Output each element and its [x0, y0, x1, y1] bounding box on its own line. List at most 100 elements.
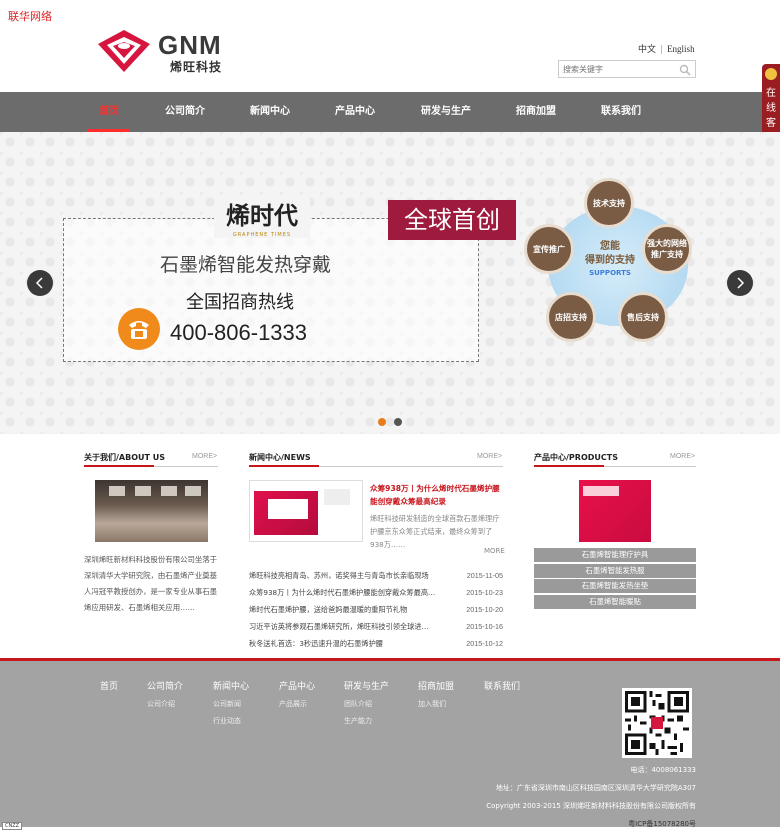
banner-prev-button[interactable]	[27, 270, 53, 296]
news-list-item[interactable]: 秋冬送礼首选：3秒迅速升温的石墨烯护腰 2015-10-12	[249, 635, 503, 652]
footer-icp[interactable]: 粤ICP备15078280号	[628, 819, 696, 829]
footer-phone: 电话：4008061333	[630, 766, 696, 774]
footer-col-news: 新闻中心 公司新闻 行业动态	[213, 679, 249, 726]
banner-product-line: 石墨烯智能发热穿戴	[160, 254, 332, 276]
support-center-label: 您能 得到的支持 SUPPORTS	[568, 240, 652, 277]
logo-text: GNM	[158, 30, 222, 60]
products-divider	[534, 465, 696, 467]
search-icon[interactable]	[679, 64, 691, 76]
support-tech: 技术支持	[584, 178, 634, 228]
language-switch: 中文 | English	[638, 44, 695, 55]
corner-watermark-tag: 联华网络	[8, 10, 52, 23]
cnzz-stats-badge[interactable]: CNZZ	[2, 822, 23, 830]
footer: 首页 公司简介 公司介绍 新闻中心 公司新闻 行业动态 产品中心 产品展示 研发…	[0, 661, 780, 829]
support-storefront: 店招支持	[546, 292, 596, 342]
nav-item-about[interactable]: 公司简介	[150, 92, 220, 132]
about-divider	[84, 465, 218, 467]
footer-link[interactable]: 首页	[100, 679, 118, 692]
news-list: 烯旺科技亮相青岛、苏州，诺奖得主与青岛市长亲临现场 2015-11-05 众筹93…	[249, 567, 503, 652]
footer-sublink[interactable]: 团队介绍	[344, 699, 389, 709]
support-center-line3: SUPPORTS	[589, 269, 631, 277]
world-first-badge: 全球首创	[388, 200, 516, 240]
product-item[interactable]: 石墨烯智能暖贴	[534, 594, 696, 609]
footer-link[interactable]: 公司简介	[147, 679, 183, 692]
nav-item-products[interactable]: 产品中心	[320, 92, 390, 132]
products-title: 产品中心/PRODUCTS	[534, 453, 618, 462]
footer-link[interactable]: 新闻中心	[213, 679, 249, 692]
news-item-date: 2015-10-16	[466, 622, 503, 631]
search-box	[558, 60, 696, 78]
slide-dot-1[interactable]	[378, 418, 386, 426]
news-list-item[interactable]: 烯时代石墨烯护腰，送给爸妈最温暖的重阳节礼物 2015-10-20	[249, 601, 503, 618]
news-detail-more-link[interactable]: MORE	[484, 547, 505, 555]
logo-subtitle: 烯旺科技	[170, 60, 223, 74]
header: GNM 烯旺科技 中文 | English	[0, 0, 780, 92]
footer-copyright: Copyright 2003-2015 深圳烯旺新材料科技股份有限公司版权所有	[486, 802, 696, 810]
news-item-title: 秋冬送礼首选：3秒迅速升温的石墨烯护腰	[249, 639, 383, 648]
news-featured-summary: 烯旺科技研发制造的全球首款石墨烯理疗护腰京东众筹正式结束，最终众筹到了938万……	[370, 514, 500, 549]
footer-sublink[interactable]: 产品展示	[279, 699, 315, 709]
product-list: 石墨烯智能理疗护具 石墨烯智能发热服 石墨烯智能发热坐垫 石墨烯智能暖贴	[534, 548, 696, 610]
support-after-sales: 售后支持	[618, 292, 668, 342]
product-item[interactable]: 石墨烯智能发热坐垫	[534, 579, 696, 594]
footer-sublink[interactable]: 公司介绍	[147, 699, 183, 709]
graphene-times-brand: 烯时代 GRAPHENE TIMES	[214, 196, 310, 238]
news-item-date: 2015-10-20	[466, 605, 503, 614]
nav-item-home[interactable]: 首页	[74, 92, 144, 132]
banner-next-button[interactable]	[727, 270, 753, 296]
footer-sublink[interactable]: 生产能力	[344, 716, 389, 726]
brand-en: GRAPHENE TIMES	[232, 232, 292, 238]
nav-item-contact[interactable]: 联系我们	[586, 92, 656, 132]
news-list-item[interactable]: 众筹938万丨为什么烯时代石墨烯护腰能创穿戴众筹最高… 2015-10-23	[249, 584, 503, 601]
support-center-line2: 得到的支持	[585, 255, 635, 266]
lang-zh-link[interactable]: 中文	[638, 45, 656, 55]
news-item-date: 2015-10-23	[466, 588, 503, 597]
news-list-item[interactable]: 习近平访英将参观石墨烯研究所，烯旺科技引领全球进… 2015-10-16	[249, 618, 503, 635]
news-item-date: 2015-11-05	[466, 571, 503, 580]
nav-item-franchise[interactable]: 招商加盟	[501, 92, 571, 132]
about-more-link[interactable]: MORE>	[192, 453, 217, 460]
news-more-link[interactable]: MORE>	[477, 453, 502, 460]
footer-link[interactable]: 联系我们	[484, 679, 520, 692]
product-featured-image[interactable]	[579, 480, 651, 542]
support-center-line1: 您能	[600, 241, 620, 252]
footer-col-products: 产品中心 产品展示	[279, 679, 315, 709]
lang-en-link[interactable]: English	[667, 44, 695, 54]
footer-col-rnd: 研发与生产 团队介绍 生产能力	[344, 679, 389, 726]
footer-link[interactable]: 研发与生产	[344, 679, 389, 692]
main-nav: 首页 公司简介 新闻中心 产品中心 研发与生产 招商加盟 联系我们	[0, 92, 780, 132]
product-item[interactable]: 石墨烯智能发热服	[534, 563, 696, 578]
search-input[interactable]	[559, 61, 677, 77]
logo[interactable]: GNM 烯旺科技	[96, 28, 246, 74]
footer-sublink[interactable]: 公司新闻	[213, 699, 249, 709]
news-title: 新闻中心/NEWS	[249, 453, 311, 462]
news-item-title: 众筹938万丨为什么烯时代石墨烯护腰能创穿戴众筹最高…	[249, 588, 436, 597]
news-featured-headline[interactable]: 众筹938万丨为什么烯时代石墨烯护腰能创穿戴众筹最高纪录	[370, 482, 502, 508]
footer-link[interactable]: 产品中心	[279, 679, 315, 692]
about-company-image	[95, 480, 208, 542]
about-title: 关于我们/ABOUT US	[84, 453, 166, 462]
nav-item-rnd[interactable]: 研发与生产	[411, 92, 481, 132]
product-item[interactable]: 石墨烯智能理疗护具	[534, 548, 696, 562]
footer-address: 地址：广东省深圳市南山区科技园南区深圳清华大学研究院A307	[495, 784, 696, 792]
news-divider	[249, 465, 503, 467]
products-more-link[interactable]: MORE>	[670, 453, 695, 460]
footer-sublink[interactable]: 加入我们	[418, 699, 454, 709]
footer-link[interactable]: 招商加盟	[418, 679, 454, 692]
hero-banner: 烯时代 GRAPHENE TIMES 全球首创 石墨烯智能发热穿戴 全国招商热线…	[0, 132, 780, 434]
chevron-left-icon	[35, 277, 43, 289]
gnm-logo-icon	[98, 30, 150, 72]
footer-col-home: 首页	[100, 679, 118, 692]
slide-dot-2[interactable]	[394, 418, 402, 426]
hotline-label: 全国招商热线	[186, 292, 294, 313]
news-list-item[interactable]: 烯旺科技亮相青岛、苏州，诺奖得主与青岛市长亲临现场 2015-11-05	[249, 567, 503, 584]
nav-item-news[interactable]: 新闻中心	[235, 92, 305, 132]
news-item-date: 2015-10-12	[466, 639, 503, 648]
qr-code-icon	[622, 688, 692, 758]
news-featured-image[interactable]	[249, 480, 363, 542]
news-item-title: 烯旺科技亮相青岛、苏州，诺奖得主与青岛市长亲临现场	[249, 571, 429, 580]
chevron-right-icon	[737, 277, 745, 289]
hotline-number: 400-806-1333	[170, 320, 308, 345]
footer-sublink[interactable]: 行业动态	[213, 716, 249, 726]
news-item-title: 烯时代石墨烯护腰，送给爸妈最温暖的重阳节礼物	[249, 605, 408, 614]
